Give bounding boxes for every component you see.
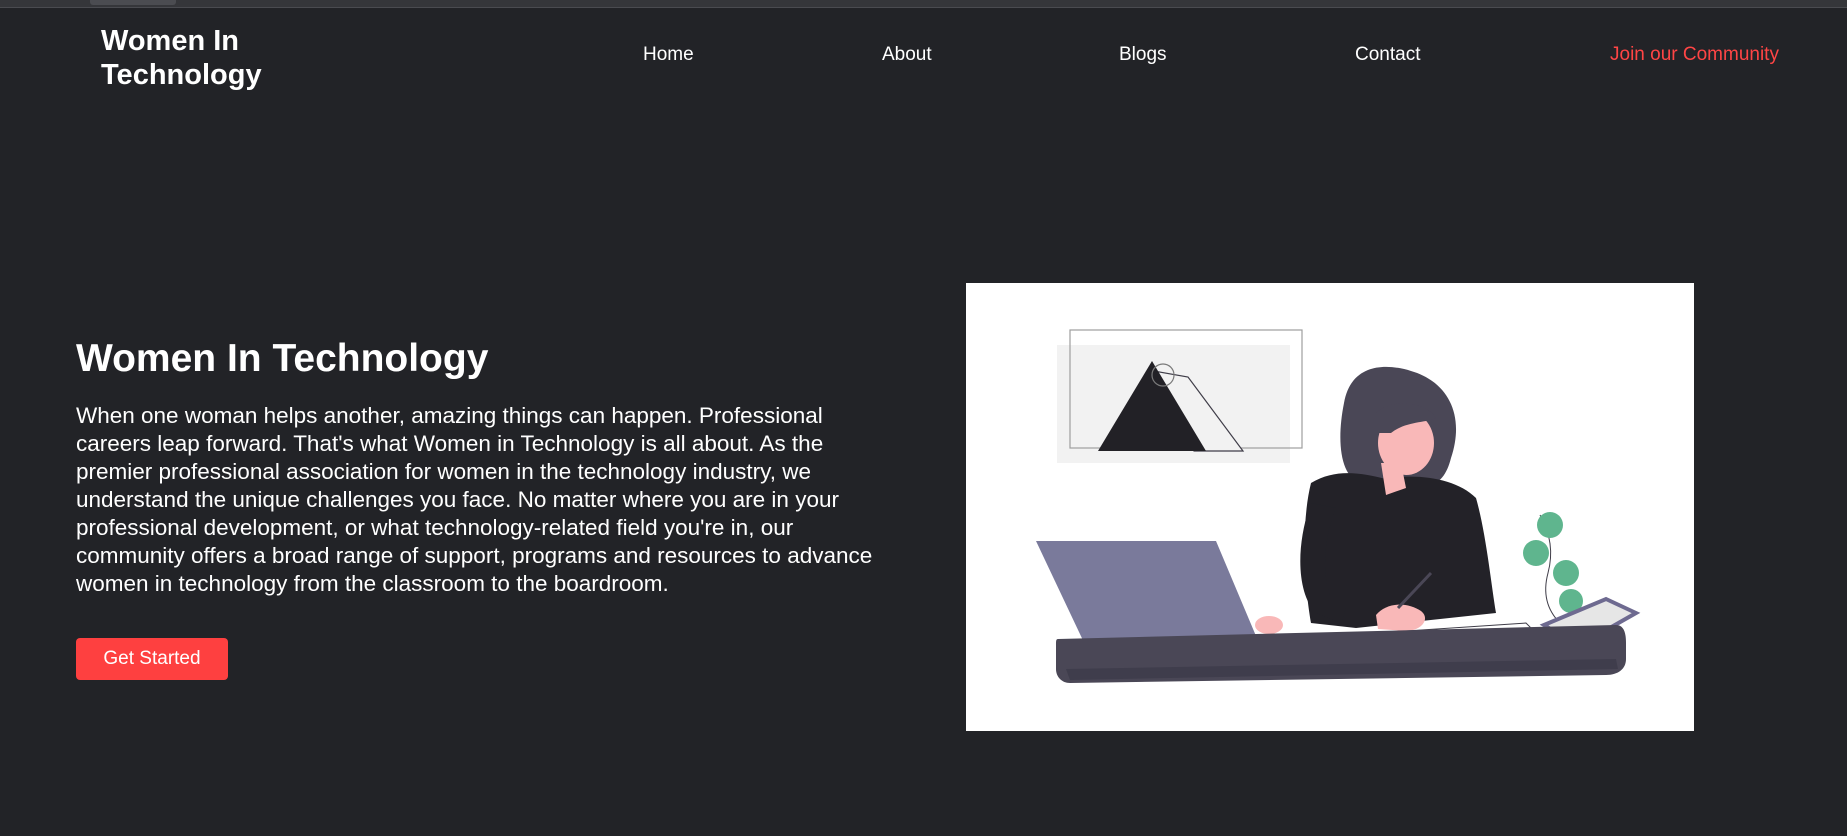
plant-leaf (1523, 540, 1549, 566)
nav-join-community-link[interactable]: Join our Community (1610, 44, 1779, 66)
nav-contact-link[interactable]: Contact (1355, 44, 1420, 66)
nav-blogs-link[interactable]: Blogs (1119, 44, 1167, 66)
woman-at-laptop-illustration (966, 283, 1694, 731)
get-started-button[interactable]: Get Started (76, 638, 228, 680)
main-nav: Home About Blogs Contact Join our Commun… (0, 44, 1847, 68)
hero-title: Women In Technology (76, 337, 489, 380)
hero-description: When one woman helps another, amazing th… (76, 403, 873, 596)
plant-leaf (1553, 560, 1579, 586)
browser-top-edge (0, 0, 1847, 8)
nav-home-link[interactable]: Home (643, 44, 694, 66)
browser-tab-stub (90, 0, 176, 5)
nav-about-link[interactable]: About (882, 44, 932, 66)
woman-hand-left (1255, 616, 1283, 634)
plant-leaf (1537, 512, 1563, 538)
illustration-graphic (1036, 329, 1641, 683)
